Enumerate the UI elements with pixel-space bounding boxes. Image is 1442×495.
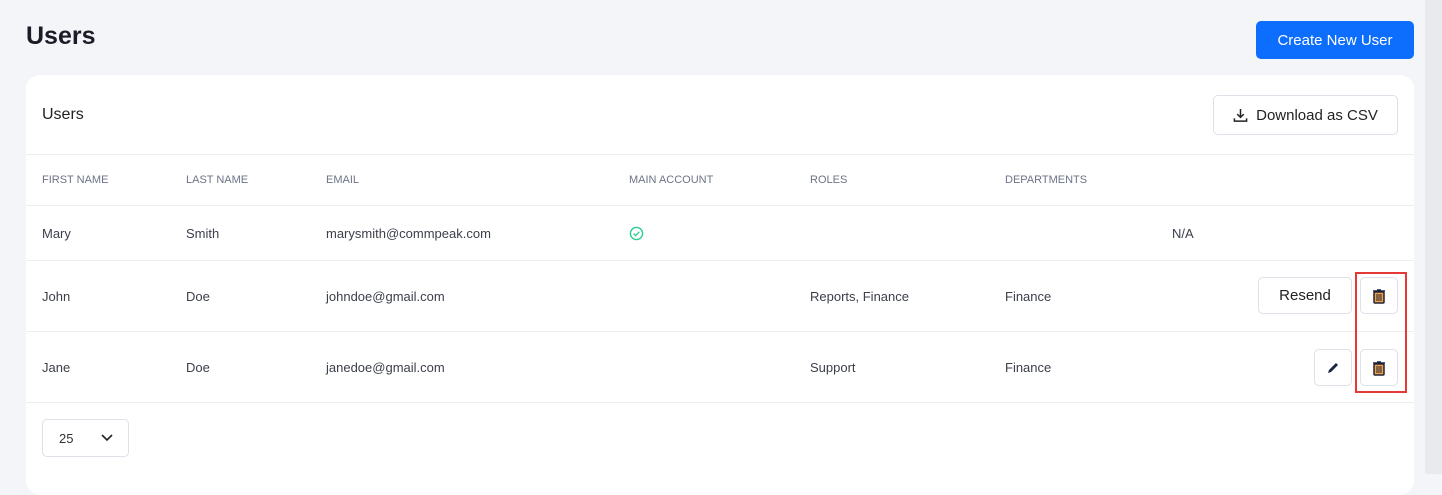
divider	[26, 331, 1414, 332]
header-email[interactable]: EMAIL	[326, 174, 359, 186]
cell-email: janedoe@gmail.com	[326, 360, 445, 375]
scrollbar[interactable]	[1425, 0, 1442, 474]
card-title: Users	[42, 106, 84, 123]
cell-first-name: John	[42, 289, 71, 304]
divider	[26, 154, 1414, 155]
highlight-box	[1355, 272, 1407, 393]
header-roles[interactable]: ROLES	[810, 174, 847, 186]
edit-button[interactable]	[1314, 349, 1352, 386]
create-new-user-button[interactable]: Create New User	[1256, 21, 1414, 59]
divider	[26, 402, 1414, 403]
users-card	[26, 75, 1414, 495]
cell-last-name: Smith	[186, 226, 220, 241]
page-size-value: 25	[59, 430, 74, 446]
page-title: Users	[26, 22, 96, 50]
cell-email: johndoe@gmail.com	[326, 289, 445, 304]
header-departments[interactable]: DEPARTMENTS	[1005, 174, 1087, 186]
page-size-select[interactable]: 25	[42, 419, 129, 457]
cell-roles: Reports, Finance	[810, 289, 909, 304]
download-csv-label: Download as CSV	[1256, 106, 1378, 124]
download-icon	[1233, 108, 1248, 122]
cell-na: N/A	[1172, 226, 1194, 241]
divider	[26, 260, 1414, 261]
cell-last-name: Doe	[186, 289, 210, 304]
pencil-icon	[1328, 362, 1338, 373]
divider	[26, 205, 1414, 206]
cell-first-name: Jane	[42, 360, 71, 375]
download-csv-button[interactable]: Download as CSV	[1213, 95, 1398, 135]
cell-departments: Finance	[1005, 360, 1052, 375]
check-circle-icon	[629, 226, 644, 241]
cell-roles: Support	[810, 360, 856, 375]
header-last-name[interactable]: LAST NAME	[186, 174, 248, 186]
cell-first-name: Mary	[42, 226, 71, 241]
header-first-name[interactable]: FIRST NAME	[42, 174, 108, 186]
chevron-down-icon	[101, 434, 114, 442]
cell-email: marysmith@commpeak.com	[326, 226, 491, 241]
cell-last-name: Doe	[186, 360, 210, 375]
resend-button[interactable]: Resend	[1258, 277, 1352, 314]
header-main-account[interactable]: MAIN ACCOUNT	[629, 174, 713, 186]
cell-departments: Finance	[1005, 289, 1052, 304]
